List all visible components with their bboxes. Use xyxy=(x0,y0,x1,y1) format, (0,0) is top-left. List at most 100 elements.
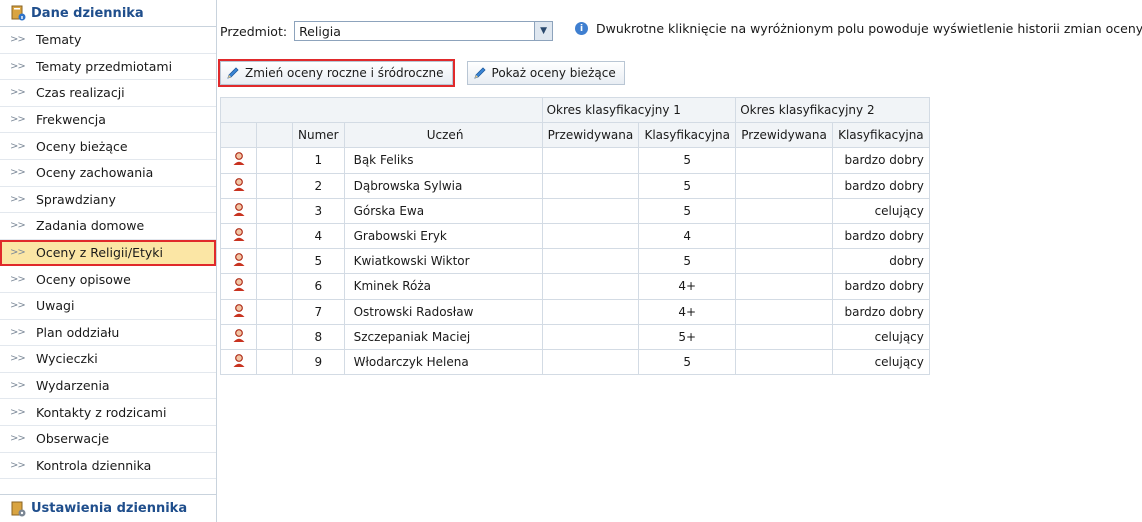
sidebar-header[interactable]: Dane dziennika xyxy=(0,0,216,27)
p1-predicted-grade[interactable] xyxy=(541,197,640,224)
sidebar-footer[interactable]: Ustawienia dziennika xyxy=(0,494,216,522)
pencil-icon xyxy=(227,67,239,79)
p1-final-grade[interactable]: 5 xyxy=(638,348,737,376)
p2-final-grade[interactable]: bardzo dobry xyxy=(831,147,930,174)
sidebar-item-13[interactable]: >> Wydarzenia xyxy=(0,373,216,400)
p2-predicted-grade[interactable] xyxy=(735,323,833,350)
table-row[interactable]: 7 Ostrowski Radosław 4+ bardzo dobry xyxy=(220,298,930,325)
p1-final-grade[interactable]: 5 xyxy=(638,197,737,224)
sidebar-item-14[interactable]: >> Kontakty z rodzicami xyxy=(0,399,216,426)
person-icon xyxy=(233,354,244,367)
sidebar-item-label: Sprawdziany xyxy=(36,191,116,207)
sidebar-item-10[interactable]: >> Uwagi xyxy=(0,293,216,320)
table-row[interactable]: 9 Włodarczyk Helena 5 celujący xyxy=(220,348,930,376)
student-column-header[interactable]: Uczeń xyxy=(343,122,543,149)
change-grades-button[interactable]: Zmień oceny roczne i śródroczne xyxy=(218,59,455,87)
number-column-header[interactable]: Numer xyxy=(292,122,345,149)
double-chevron-right-icon: >> xyxy=(10,140,26,152)
double-chevron-right-icon: >> xyxy=(10,193,26,205)
student-icon xyxy=(220,147,257,174)
p2-final-grade[interactable]: bardzo dobry xyxy=(831,172,930,199)
p2-predicted-grade[interactable] xyxy=(735,147,833,174)
row-number: 8 xyxy=(292,323,345,350)
journal-data-icon xyxy=(11,5,26,21)
p1-final-grade[interactable]: 4+ xyxy=(638,298,737,325)
subject-label: Przedmiot: xyxy=(220,23,288,39)
p1-predicted-header[interactable]: Przewidywana xyxy=(541,122,640,149)
p1-final-grade[interactable]: 4 xyxy=(638,222,737,250)
sidebar-item-16[interactable]: >> Kontrola dziennika xyxy=(0,453,216,480)
table-row[interactable]: 4 Grabowski Eryk 4 bardzo dobry xyxy=(220,222,930,250)
sidebar-item-4[interactable]: >> Oceny bieżące xyxy=(0,133,216,160)
row-blank-cell xyxy=(256,273,293,300)
student-icon xyxy=(220,298,257,325)
p1-predicted-grade[interactable] xyxy=(541,222,640,250)
p1-predicted-grade[interactable] xyxy=(541,348,640,376)
p2-final-grade[interactable]: celujący xyxy=(831,197,930,224)
sidebar-item-label: Plan oddziału xyxy=(36,324,120,340)
double-chevron-right-icon: >> xyxy=(10,433,26,445)
p1-predicted-grade[interactable] xyxy=(541,147,640,174)
row-blank-cell xyxy=(256,197,293,224)
table-row[interactable]: 3 Górska Ewa 5 celujący xyxy=(220,197,930,224)
p2-final-grade[interactable]: bardzo dobry xyxy=(831,273,930,300)
person-icon xyxy=(233,303,244,317)
sidebar-item-5[interactable]: >> Oceny zachowania xyxy=(0,160,216,187)
sidebar-item-1[interactable]: >> Tematy przedmiotami xyxy=(0,54,216,81)
p1-final-grade[interactable]: 4+ xyxy=(638,273,737,300)
p2-predicted-grade[interactable] xyxy=(735,197,833,224)
p2-final-header[interactable]: Klasyfikacyjna xyxy=(831,122,930,149)
p1-predicted-grade[interactable] xyxy=(541,323,640,350)
p1-final-grade[interactable]: 5 xyxy=(638,248,737,275)
p2-predicted-grade[interactable] xyxy=(735,248,833,275)
p2-final-grade[interactable]: bardzo dobry xyxy=(831,298,930,325)
student-name: Bąk Feliks xyxy=(343,147,543,174)
p2-predicted-header[interactable]: Przewidywana xyxy=(735,122,833,149)
p2-predicted-grade[interactable] xyxy=(735,273,833,300)
p2-predicted-grade[interactable] xyxy=(735,298,833,325)
student-icon xyxy=(220,348,257,376)
sidebar-item-6[interactable]: >> Sprawdziany xyxy=(0,187,216,214)
table-row[interactable]: 6 Kminek Róża 4+ bardzo dobry xyxy=(220,273,930,300)
sidebar-item-8[interactable]: >> Oceny z Religii/Etyki xyxy=(0,239,216,267)
sidebar-item-2[interactable]: >> Czas realizacji xyxy=(0,80,216,107)
subject-select[interactable]: Religia ▼ xyxy=(294,21,554,41)
show-current-grades-button[interactable]: Pokaż oceny bieżące xyxy=(466,61,625,85)
sidebar-item-0[interactable]: >> Tematy xyxy=(0,27,216,54)
sidebar-item-15[interactable]: >> Obserwacje xyxy=(0,426,216,453)
p2-predicted-grade[interactable] xyxy=(735,222,833,250)
info-message: i Dwukrotne kliknięcie na wyróżnionym po… xyxy=(575,21,1142,36)
sidebar-item-label: Tematy przedmiotami xyxy=(36,58,173,74)
row-blank-cell xyxy=(256,222,293,250)
p2-final-grade[interactable]: celujący xyxy=(831,323,930,350)
p2-predicted-grade[interactable] xyxy=(735,348,833,376)
table-row[interactable]: 5 Kwiatkowski Wiktor 5 dobry xyxy=(220,248,930,275)
sidebar-item-label: Oceny opisowe xyxy=(36,271,131,287)
table-row[interactable]: 2 Dąbrowska Sylwia 5 bardzo dobry xyxy=(220,172,930,199)
p1-predicted-grade[interactable] xyxy=(541,298,640,325)
sidebar-item-12[interactable]: >> Wycieczki xyxy=(0,346,216,373)
table-row[interactable]: 1 Bąk Feliks 5 bardzo dobry xyxy=(220,147,930,174)
p1-final-grade[interactable]: 5 xyxy=(638,172,737,199)
double-chevron-right-icon: >> xyxy=(10,406,26,418)
p2-predicted-grade[interactable] xyxy=(735,172,833,199)
info-icon: i xyxy=(575,22,588,35)
p1-predicted-grade[interactable] xyxy=(541,273,640,300)
p1-predicted-grade[interactable] xyxy=(541,248,640,275)
table-row[interactable]: 8 Szczepaniak Maciej 5+ celujący xyxy=(220,323,930,350)
person-icon xyxy=(233,253,244,267)
p1-final-grade[interactable]: 5 xyxy=(638,147,737,174)
sidebar-item-3[interactable]: >> Frekwencja xyxy=(0,107,216,134)
p1-predicted-grade[interactable] xyxy=(541,172,640,199)
sidebar-item-11[interactable]: >> Plan oddziału xyxy=(0,320,216,347)
p2-final-grade[interactable]: celujący xyxy=(831,348,930,376)
p1-final-header[interactable]: Klasyfikacyjna xyxy=(638,122,737,149)
sidebar-item-7[interactable]: >> Zadania domowe xyxy=(0,213,216,240)
row-blank-cell xyxy=(256,172,293,199)
row-blank-cell xyxy=(256,248,293,275)
p1-final-grade[interactable]: 5+ xyxy=(638,323,737,350)
sidebar-item-9[interactable]: >> Oceny opisowe xyxy=(0,266,216,293)
p2-final-grade[interactable]: bardzo dobry xyxy=(831,222,930,250)
p2-final-grade[interactable]: dobry xyxy=(831,248,930,275)
chevron-down-icon[interactable]: ▼ xyxy=(534,22,553,40)
